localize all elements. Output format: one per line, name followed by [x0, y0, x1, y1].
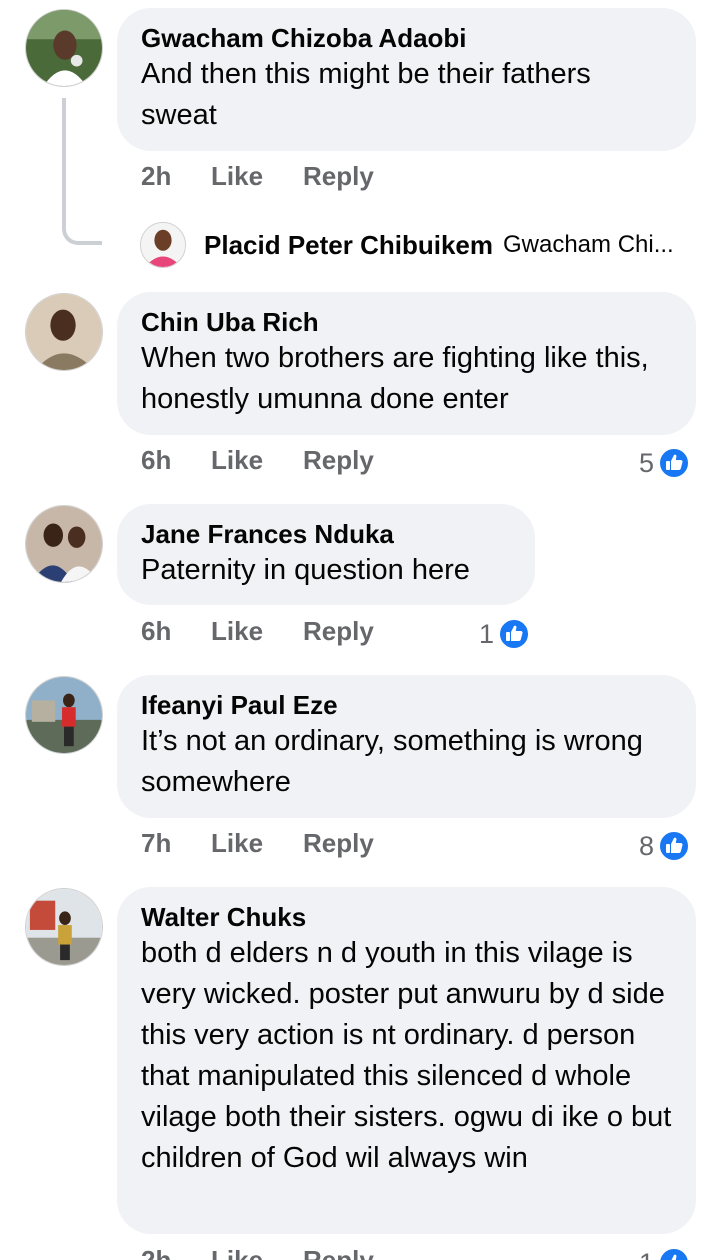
- reaction-count: 5: [639, 447, 655, 478]
- like-button[interactable]: Like: [211, 616, 263, 647]
- comment-author[interactable]: Jane Frances Nduka: [141, 518, 511, 550]
- comment-time[interactable]: 6h: [141, 616, 171, 647]
- thumbs-up-icon: [658, 447, 691, 479]
- thumbs-up-icon: [658, 830, 691, 862]
- reply-author[interactable]: Placid Peter Chibuikem: [204, 230, 493, 261]
- comment-author[interactable]: Ifeanyi Paul Eze: [141, 689, 672, 721]
- avatar[interactable]: [25, 9, 103, 87]
- comment-actions: 2h Like Reply: [141, 161, 441, 197]
- thumbs-up-icon: [658, 1247, 690, 1260]
- reply-snippet: Gwacham Chi...: [502, 231, 674, 258]
- reaction-summary[interactable]: 1: [639, 1245, 690, 1260]
- comment-text: And then this might be their fathers swe…: [141, 58, 591, 131]
- reaction-summary[interactable]: 5: [639, 445, 691, 481]
- like-button[interactable]: Like: [211, 445, 263, 476]
- reply-button[interactable]: Reply: [303, 828, 374, 859]
- comment-text: It’s not an ordinary, something is wrong…: [141, 725, 643, 798]
- avatar[interactable]: [25, 505, 103, 583]
- reply-button[interactable]: Reply: [303, 1245, 374, 1260]
- reply-button[interactable]: Reply: [303, 161, 374, 192]
- reaction-summary[interactable]: 8: [639, 828, 691, 864]
- reaction-count: 1: [479, 618, 495, 649]
- comment-author[interactable]: Walter Chuks: [141, 901, 672, 933]
- reply-button[interactable]: Reply: [303, 445, 374, 476]
- comment-bubble: Walter Chuks both d elders n d youth in …: [117, 887, 696, 1234]
- comment-time[interactable]: 2h: [141, 1245, 171, 1260]
- reply-button[interactable]: Reply: [303, 616, 374, 647]
- comment-actions: 6h Like Reply: [141, 616, 441, 652]
- comment-bubble: Chin Uba Rich When two brothers are figh…: [117, 292, 696, 435]
- like-button[interactable]: Like: [211, 161, 263, 192]
- comment-author[interactable]: Chin Uba Rich: [141, 306, 672, 338]
- comment-time[interactable]: 6h: [141, 445, 171, 476]
- reaction-count: 1: [639, 1248, 654, 1260]
- thumbs-up-icon: [498, 618, 531, 650]
- comment-bubble: Ifeanyi Paul Eze It’s not an ordinary, s…: [117, 675, 696, 818]
- avatar[interactable]: [25, 676, 103, 754]
- comment-bubble: Gwacham Chizoba Adaobi And then this mig…: [117, 8, 696, 151]
- comment-text: Paternity in question here: [141, 554, 470, 586]
- reaction-count: 8: [639, 830, 655, 861]
- reply-thread-line: [62, 98, 102, 245]
- like-button[interactable]: Like: [211, 1245, 263, 1260]
- avatar: [140, 222, 186, 268]
- comment-actions: 6h Like Reply: [141, 445, 441, 481]
- comment-text: When two brothers are fighting like this…: [141, 342, 649, 415]
- avatar[interactable]: [25, 888, 103, 966]
- reply-preview[interactable]: Placid Peter Chibuikem Gwacham Chi...: [140, 220, 674, 270]
- comment-author[interactable]: Gwacham Chizoba Adaobi: [141, 22, 672, 54]
- comment-time[interactable]: 7h: [141, 828, 171, 859]
- comment-time[interactable]: 2h: [141, 161, 171, 192]
- comment-actions: 2h Like Reply: [141, 1245, 441, 1260]
- like-button[interactable]: Like: [211, 828, 263, 859]
- reaction-summary[interactable]: 1: [479, 616, 531, 652]
- comment-bubble: Jane Frances Nduka Paternity in question…: [117, 504, 535, 605]
- avatar[interactable]: [25, 293, 103, 371]
- comment-actions: 7h Like Reply: [141, 828, 441, 864]
- comment-text: both d elders n d youth in this vilage i…: [141, 937, 672, 1174]
